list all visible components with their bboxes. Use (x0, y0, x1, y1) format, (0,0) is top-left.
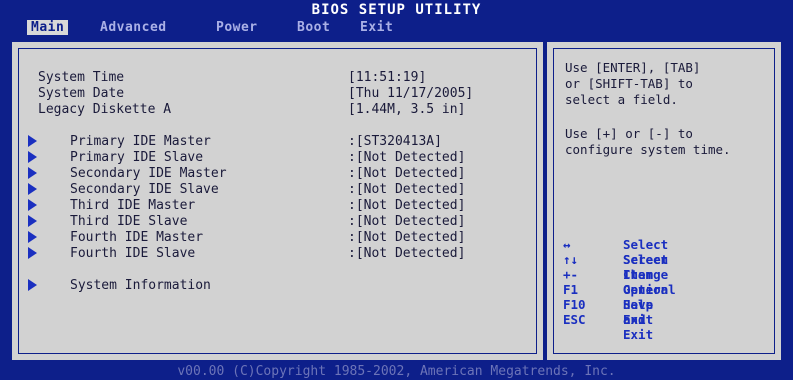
f1-key: F1 (563, 282, 579, 297)
submenu-value: :[Not Detected] (348, 150, 466, 165)
tab-boot[interactable]: Boot (297, 20, 330, 35)
tab-exit[interactable]: Exit (360, 20, 393, 35)
help-line: or [SHIFT-TAB] to (565, 76, 693, 91)
bios-title: BIOS SETUP UTILITY (311, 2, 482, 18)
help-text-navigation: Use [ENTER], [TAB] or [SHIFT-TAB] to sel… (565, 60, 700, 108)
left-right-arrows-icon: ↔ (563, 237, 571, 252)
title-bar: BIOS SETUP UTILITY Main Advanced Power B… (0, 0, 793, 40)
submenu-label: Primary IDE Master (70, 134, 211, 149)
submenu-value: :[Not Detected] (348, 214, 466, 229)
help-text-field: Use [+] or [-] to configure system time. (565, 126, 731, 158)
submenu-label: Primary IDE Slave (70, 150, 204, 165)
submenu-label: System Information (70, 278, 211, 293)
help-line: Use [ENTER], [TAB] (565, 60, 701, 75)
submenu-label: Third IDE Master (70, 198, 196, 213)
tab-advanced[interactable]: Advanced (100, 20, 167, 35)
help-line: Use [+] or [-] to (565, 126, 693, 141)
help-line: select a field. (565, 92, 678, 107)
submenu-label: Secondary IDE Slave (70, 182, 219, 197)
tab-main[interactable]: Main (27, 20, 69, 35)
submenu-arrow-icon (28, 231, 37, 243)
plus-minus-key: +- (563, 267, 579, 282)
setting-label: Legacy Diskette A (38, 102, 172, 117)
submenu-arrow-icon (28, 199, 37, 211)
setting-label: System Time (38, 70, 125, 85)
submenu-arrow-icon (28, 183, 37, 195)
submenu-label: Secondary IDE Master (70, 166, 227, 181)
submenu-arrow-icon (28, 247, 37, 259)
submenu-arrow-icon (28, 279, 37, 291)
esc-key: ESC (563, 312, 586, 327)
submenu-value: :[Not Detected] (348, 230, 466, 245)
help-panel: Use [ENTER], [TAB] or [SHIFT-TAB] to sel… (545, 40, 783, 362)
submenu-value: :[Not Detected] (348, 246, 466, 261)
up-down-arrows-icon: ↑↓ (563, 252, 579, 267)
setting-label: System Date (38, 86, 125, 101)
submenu-arrow-icon (28, 151, 37, 163)
submenu-arrow-icon (28, 215, 37, 227)
settings-panel: System Time [11:51:19] System Date [Thu … (10, 40, 545, 362)
submenu-arrow-icon (28, 135, 37, 147)
submenu-label: Fourth IDE Master (70, 230, 204, 245)
key-description: Exit (623, 312, 654, 327)
submenu-label: Fourth IDE Slave (70, 246, 196, 261)
submenu-value: :[Not Detected] (348, 166, 466, 181)
copyright-footer: v00.00 (C)Copyright 1985-2002, American … (177, 364, 616, 379)
submenu-label: Third IDE Slave (70, 214, 188, 229)
submenu-value: :[Not Detected] (348, 182, 466, 197)
setting-value[interactable]: [11:51:19] (348, 70, 426, 85)
submenu-value: :[ST320413A] (348, 134, 442, 149)
submenu-value: :[Not Detected] (348, 198, 466, 213)
setting-value[interactable]: [Thu 11/17/2005] (348, 86, 473, 101)
setting-value[interactable]: [1.44M, 3.5 in] (348, 102, 465, 117)
tab-power[interactable]: Power (216, 20, 258, 35)
help-line: configure system time. (565, 142, 731, 157)
f10-key: F10 (563, 297, 586, 312)
submenu-arrow-icon (28, 167, 37, 179)
